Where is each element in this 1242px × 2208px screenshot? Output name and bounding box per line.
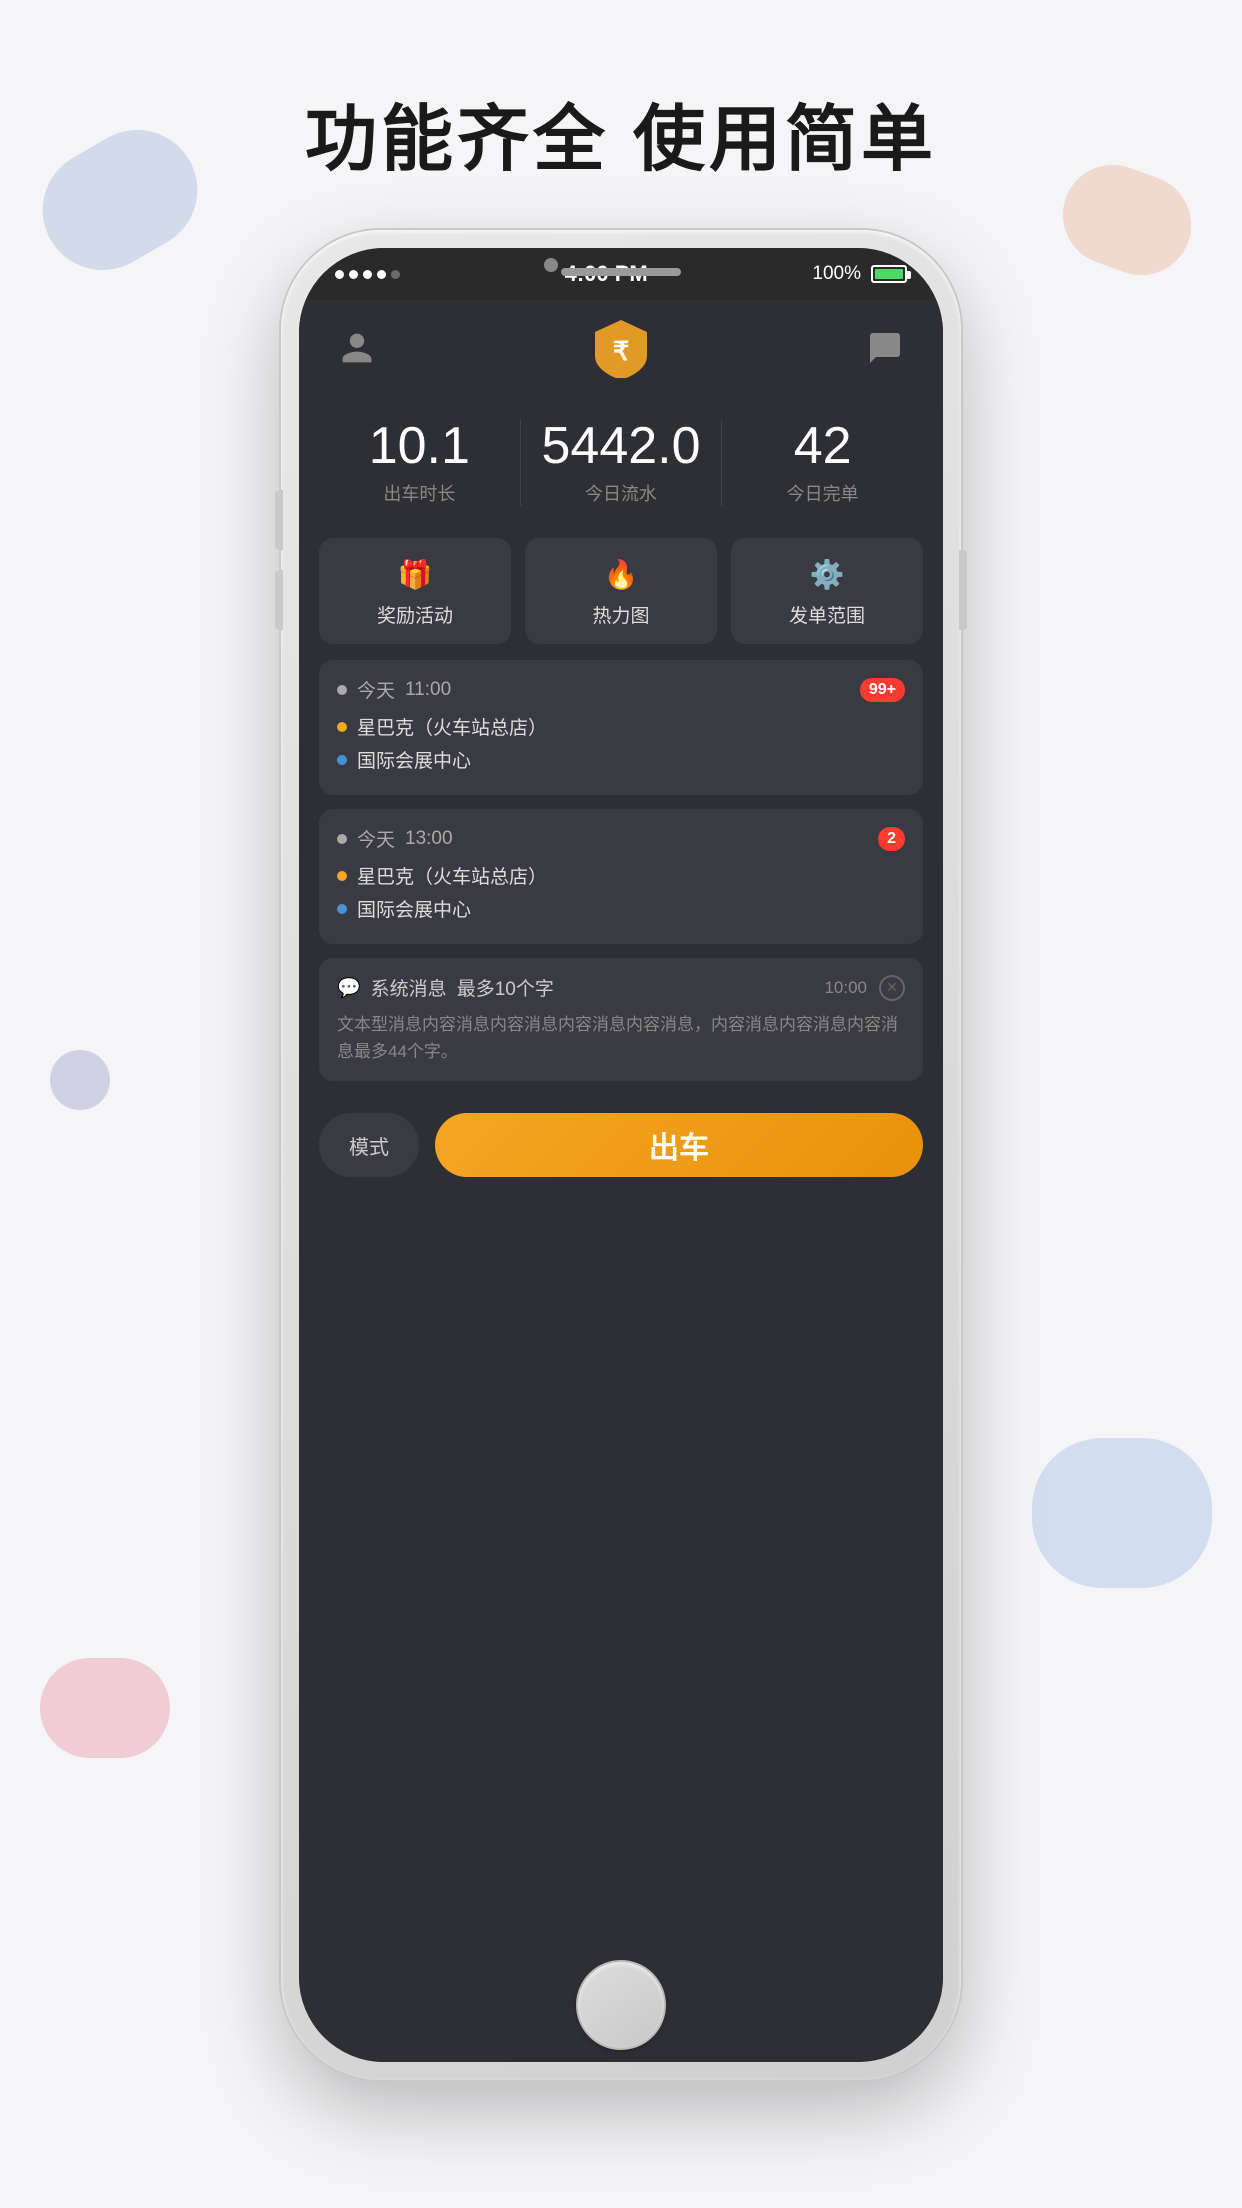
order-1-to: 国际会展中心 [337,746,905,773]
action-label-heatmap: 热力图 [592,601,649,628]
battery-icon [871,265,907,283]
stat-label-orders: 今日完单 [722,480,923,506]
profile-button[interactable] [335,326,379,370]
phone-power-button [959,550,967,630]
from-dot-2 [337,871,347,881]
message-time: 10:00 [824,978,867,998]
order-2-hour: 13:00 [405,828,453,850]
gift-icon: 🎁 [398,558,433,591]
order-2-time: 今天 13:00 [337,825,453,852]
message-title-area: 💬 系统消息 最多10个字 [337,974,554,1001]
order-1-hour: 11:00 [405,679,451,701]
svg-text:₹: ₹ [613,336,630,366]
signal-dot-1 [335,270,344,279]
signal-dot-3 [363,270,372,279]
phone-speaker [561,268,681,276]
go-button[interactable]: 出车 [435,1113,923,1177]
quick-actions-section: 🎁 奖励活动 🔥 热力图 ⚙️ 发单范围 [299,522,943,660]
bg-decoration-blob-4 [50,1050,110,1110]
phone-screen: 4:00 PM 100% ₹ [299,248,943,2062]
page-title: 功能齐全 使用简单 [0,80,1242,185]
mode-button[interactable]: 模式 [319,1113,419,1177]
order-2-header: 今天 13:00 2 [337,825,905,852]
to-dot-2 [337,904,347,914]
action-label-rewards: 奖励活动 [377,601,453,628]
order-1-badge: 99+ [860,678,905,702]
time-dot-2 [337,834,347,844]
screen-content: ₹ 10.1 出车时长 5442.0 今日流水 [299,300,943,2062]
phone-vol-down-button [275,570,283,630]
message-icon: 💬 [337,976,361,1000]
top-navigation: ₹ [299,300,943,396]
message-close-button[interactable]: ✕ [879,975,905,1001]
from-dot-1 [337,722,347,732]
battery-area: 100% [812,263,907,285]
action-heatmap[interactable]: 🔥 热力图 [525,538,717,644]
stat-orders: 42 今日完单 [721,420,923,506]
range-icon: ⚙️ [810,558,845,591]
logo-area: ₹ [593,318,649,378]
order-2-to: 国际会展中心 [337,895,905,922]
message-header: 💬 系统消息 最多10个字 10:00 ✕ [337,974,905,1001]
stat-duration: 10.1 出车时长 [319,420,520,506]
heatmap-icon: 🔥 [604,558,639,591]
order-card-2[interactable]: 今天 13:00 2 星巴克（火车站总店） 国际会展中心 [319,809,923,944]
to-dot-1 [337,755,347,765]
battery-fill [875,269,903,279]
order-1-from: 星巴克（火车站总店） [337,713,905,740]
order-card-1[interactable]: 今天 11:00 99+ 星巴克（火车站总店） 国际会展中心 [319,660,923,795]
app-logo: ₹ [593,318,649,378]
message-title-text: 系统消息 [371,974,447,1001]
order-1-time: 今天 11:00 [337,676,451,703]
bottom-action-bar: 模式 出车 [299,1099,943,1201]
signal-dot-2 [349,270,358,279]
stat-label-revenue: 今日流水 [521,480,722,506]
bg-decoration-blob-5 [40,1658,170,1758]
action-range[interactable]: ⚙️ 发单范围 [731,538,923,644]
message-body: 文本型消息内容消息内容消息内容消息内容消息，内容消息内容消息内容消息最多44个字… [337,1011,905,1065]
person-icon [339,330,375,366]
message-card: 💬 系统消息 最多10个字 10:00 ✕ 文本型消息内容消息内容消息内容消息内… [319,958,923,1081]
chat-icon [867,330,903,366]
home-button[interactable] [576,1960,666,2050]
order-2-from-text: 星巴克（火车站总店） [357,862,547,889]
signal-dot-5 [391,270,400,279]
order-2-from: 星巴克（火车站总店） [337,862,905,889]
stat-value-revenue: 5442.0 [521,420,722,472]
signal-dot-4 [377,270,386,279]
phone-camera [544,258,558,272]
order-1-date: 今天 [357,676,395,703]
order-2-to-text: 国际会展中心 [357,895,471,922]
message-meta: 10:00 ✕ [824,975,905,1001]
stats-section: 10.1 出车时长 5442.0 今日流水 42 今日完单 [299,396,943,522]
signal-indicator [335,270,400,279]
time-dot-1 [337,685,347,695]
action-rewards[interactable]: 🎁 奖励活动 [319,538,511,644]
stat-label-duration: 出车时长 [319,480,520,506]
phone-device: 4:00 PM 100% ₹ [281,230,961,2080]
phone-vol-up-button [275,490,283,550]
action-label-range: 发单范围 [789,601,865,628]
stat-value-duration: 10.1 [319,420,520,472]
order-1-from-text: 星巴克（火车站总店） [357,713,547,740]
order-1-to-text: 国际会展中心 [357,746,471,773]
stat-revenue: 5442.0 今日流水 [520,420,722,506]
order-1-header: 今天 11:00 99+ [337,676,905,703]
bg-decoration-blob-3 [1032,1438,1212,1588]
message-subtitle-text: 最多10个字 [457,974,554,1001]
messages-button[interactable] [863,326,907,370]
order-2-badge: 2 [878,827,905,851]
stat-value-orders: 42 [722,420,923,472]
battery-percent: 100% [812,263,861,285]
order-2-date: 今天 [357,825,395,852]
